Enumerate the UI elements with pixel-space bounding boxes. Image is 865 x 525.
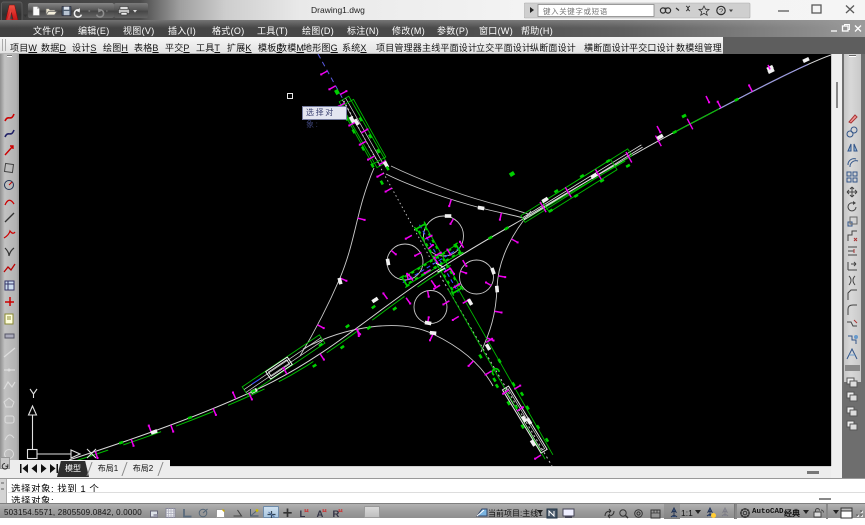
svg-text:?: ?	[719, 7, 723, 16]
svg-text:R: R	[333, 509, 340, 519]
svg-text:A: A	[316, 509, 323, 519]
